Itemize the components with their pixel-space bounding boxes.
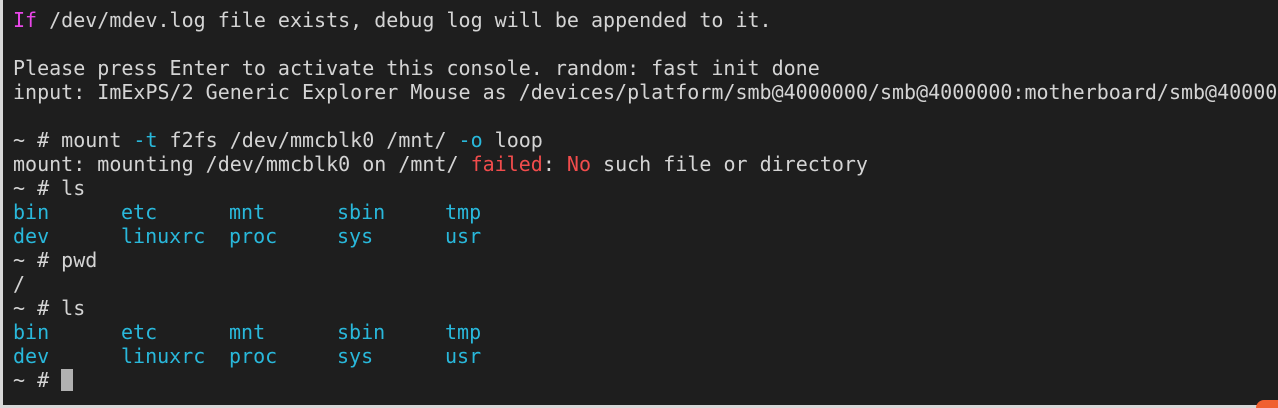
directory-entry: dev <box>13 344 50 368</box>
directory-entry: mnt <box>229 320 266 344</box>
text: mount: mounting /dev/mmcblk0 on /mnt/ <box>13 152 471 176</box>
prompt: ~ # <box>13 128 62 152</box>
directory-entry: sys <box>337 344 374 368</box>
text: f2fs /dev/mmcblk0 /mnt/ <box>157 128 459 152</box>
cursor <box>61 369 74 391</box>
directory-entry: tmp <box>445 200 482 224</box>
text: mount <box>61 128 134 152</box>
terminal-line: If /dev/mdev.log file exists, debug log … <box>13 8 1278 32</box>
directory-entry: sys <box>337 224 374 248</box>
directory-entry: sbin <box>337 200 386 224</box>
command-line: ~ # mount -t f2fs /dev/mmcblk0 /mnt/ -o … <box>13 128 1278 152</box>
text: loop <box>482 128 543 152</box>
prompt: ~ # <box>13 368 62 392</box>
flag: -o <box>458 128 483 152</box>
directory-entry: tmp <box>445 320 482 344</box>
directory-entry: bin <box>13 200 50 224</box>
text: /dev/mdev.log file exists, debug log wil… <box>37 8 772 32</box>
error-word: failed <box>470 152 543 176</box>
prompt-line[interactable]: ~ # <box>13 368 1278 392</box>
directory-entry: proc <box>229 344 278 368</box>
flag: -t <box>133 128 158 152</box>
ls-row: dev linuxrc proc sys usr <box>13 344 1278 368</box>
terminal-line: input: ImExPS/2 Generic Explorer Mouse a… <box>13 80 1278 104</box>
terminal-line: Please press Enter to activate this cons… <box>13 56 820 80</box>
directory-entry: linuxrc <box>121 344 206 368</box>
command-line: ~ # ls <box>13 176 86 200</box>
terminal-output: If /dev/mdev.log file exists, debug log … <box>13 8 1278 392</box>
command-line: ~ # pwd <box>13 248 98 272</box>
ls-row: dev linuxrc proc sys usr <box>13 224 1278 248</box>
directory-entry: etc <box>121 200 158 224</box>
directory-entry: proc <box>229 224 278 248</box>
annotation-mark <box>1256 400 1278 408</box>
text: : <box>542 152 567 176</box>
text: such file or directory <box>591 152 868 176</box>
directory-entry: usr <box>445 344 482 368</box>
ls-row: bin etc mnt sbin tmp <box>13 200 1278 224</box>
ls-row: bin etc mnt sbin tmp <box>13 320 1278 344</box>
terminal-window[interactable]: If /dev/mdev.log file exists, debug log … <box>0 0 1278 405</box>
directory-entry: linuxrc <box>121 224 206 248</box>
directory-entry: etc <box>121 320 158 344</box>
error-word: No <box>566 152 591 176</box>
directory-entry: mnt <box>229 200 266 224</box>
directory-entry: usr <box>445 224 482 248</box>
directory-entry: bin <box>13 320 50 344</box>
error-line: mount: mounting /dev/mmcblk0 on /mnt/ fa… <box>13 152 1278 176</box>
output-line: / <box>13 272 26 296</box>
directory-entry: dev <box>13 224 50 248</box>
command-line: ~ # ls <box>13 296 86 320</box>
directory-entry: sbin <box>337 320 386 344</box>
keyword: If <box>13 8 38 32</box>
